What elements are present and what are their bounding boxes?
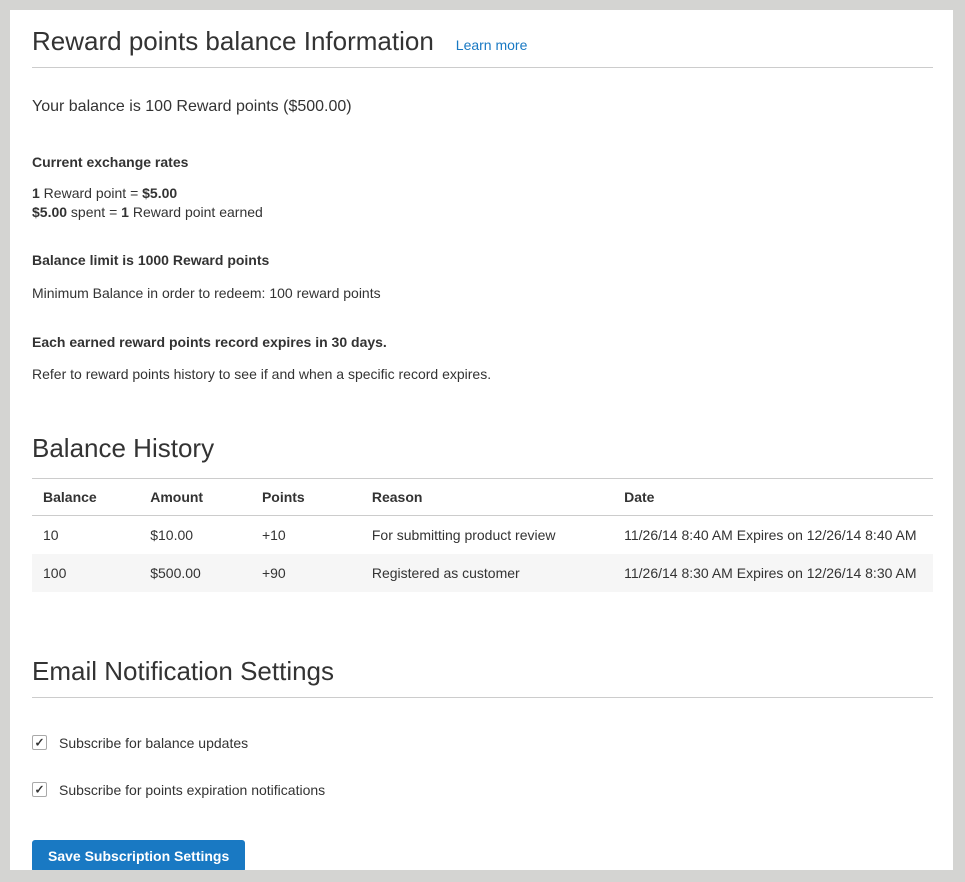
balance-history-title: Balance History: [32, 433, 933, 464]
save-subscription-settings-button[interactable]: Save Subscription Settings: [32, 840, 245, 871]
subscribe-balance-updates-row: ✓ Subscribe for balance updates: [32, 735, 933, 751]
cell-points: +90: [251, 554, 361, 592]
exchange-text: Reward point earned: [129, 204, 263, 220]
page-title: Reward points balance Information: [32, 26, 434, 57]
balance-limit-heading: Balance limit is 1000 Reward points: [32, 251, 933, 269]
expiration-heading: Each earned reward points record expires…: [32, 333, 933, 351]
minimum-redeem-note: Minimum Balance in order to redeem: 100 …: [32, 284, 933, 302]
cell-reason: Registered as customer: [361, 554, 613, 592]
page-background: Reward points balance Information Learn …: [0, 0, 965, 882]
exchange-rate-line-earn: 1 Reward point = $5.00: [32, 184, 933, 203]
table-row: 10 $10.00 +10 For submitting product rev…: [32, 516, 933, 554]
exchange-text: spent =: [67, 204, 121, 220]
balance-updates-checkbox-label[interactable]: Subscribe for balance updates: [59, 735, 248, 751]
exchange-value: $5.00: [142, 185, 177, 201]
balance-updates-checkbox[interactable]: ✓: [32, 735, 47, 750]
points-expiration-checkbox[interactable]: ✓: [32, 782, 47, 797]
table-row: 100 $500.00 +90 Registered as customer 1…: [32, 554, 933, 592]
cell-date: 11/26/14 8:30 AM Expires on 12/26/14 8:3…: [613, 554, 933, 592]
content-card: Reward points balance Information Learn …: [10, 10, 953, 870]
cell-reason: For submitting product review: [361, 516, 613, 554]
cell-balance: 100: [32, 554, 139, 592]
column-header-balance: Balance: [32, 479, 139, 516]
exchange-value: 1: [121, 204, 129, 220]
column-header-reason: Reason: [361, 479, 613, 516]
expiration-note: Refer to reward points history to see if…: [32, 365, 933, 383]
exchange-text: Reward point =: [40, 185, 142, 201]
exchange-rates-lines: 1 Reward point = $5.00 $5.00 spent = 1 R…: [32, 184, 933, 222]
column-header-points: Points: [251, 479, 361, 516]
cell-date: 11/26/14 8:40 AM Expires on 12/26/14 8:4…: [613, 516, 933, 554]
checkmark-icon: ✓: [34, 736, 44, 748]
subscribe-points-expiration-row: ✓ Subscribe for points expiration notifi…: [32, 782, 933, 798]
balance-history-table: Balance Amount Points Reason Date 10 $10…: [32, 478, 933, 592]
column-header-amount: Amount: [139, 479, 251, 516]
email-settings-title: Email Notification Settings: [32, 656, 933, 687]
points-expiration-checkbox-label[interactable]: Subscribe for points expiration notifica…: [59, 782, 325, 798]
cell-amount: $500.00: [139, 554, 251, 592]
balance-summary: Your balance is 100 Reward points ($500.…: [32, 97, 933, 117]
email-settings-divider: [32, 697, 933, 698]
cell-amount: $10.00: [139, 516, 251, 554]
header-divider: [32, 67, 933, 68]
exchange-rate-line-spend: $5.00 spent = 1 Reward point earned: [32, 203, 933, 222]
column-header-date: Date: [613, 479, 933, 516]
exchange-value: $5.00: [32, 204, 67, 220]
page-header: Reward points balance Information Learn …: [32, 26, 933, 57]
cell-balance: 10: [32, 516, 139, 554]
cell-points: +10: [251, 516, 361, 554]
learn-more-link[interactable]: Learn more: [456, 37, 528, 53]
checkmark-icon: ✓: [34, 783, 44, 795]
table-header-row: Balance Amount Points Reason Date: [32, 479, 933, 516]
exchange-value: 1: [32, 185, 40, 201]
exchange-rates-heading: Current exchange rates: [32, 153, 933, 171]
